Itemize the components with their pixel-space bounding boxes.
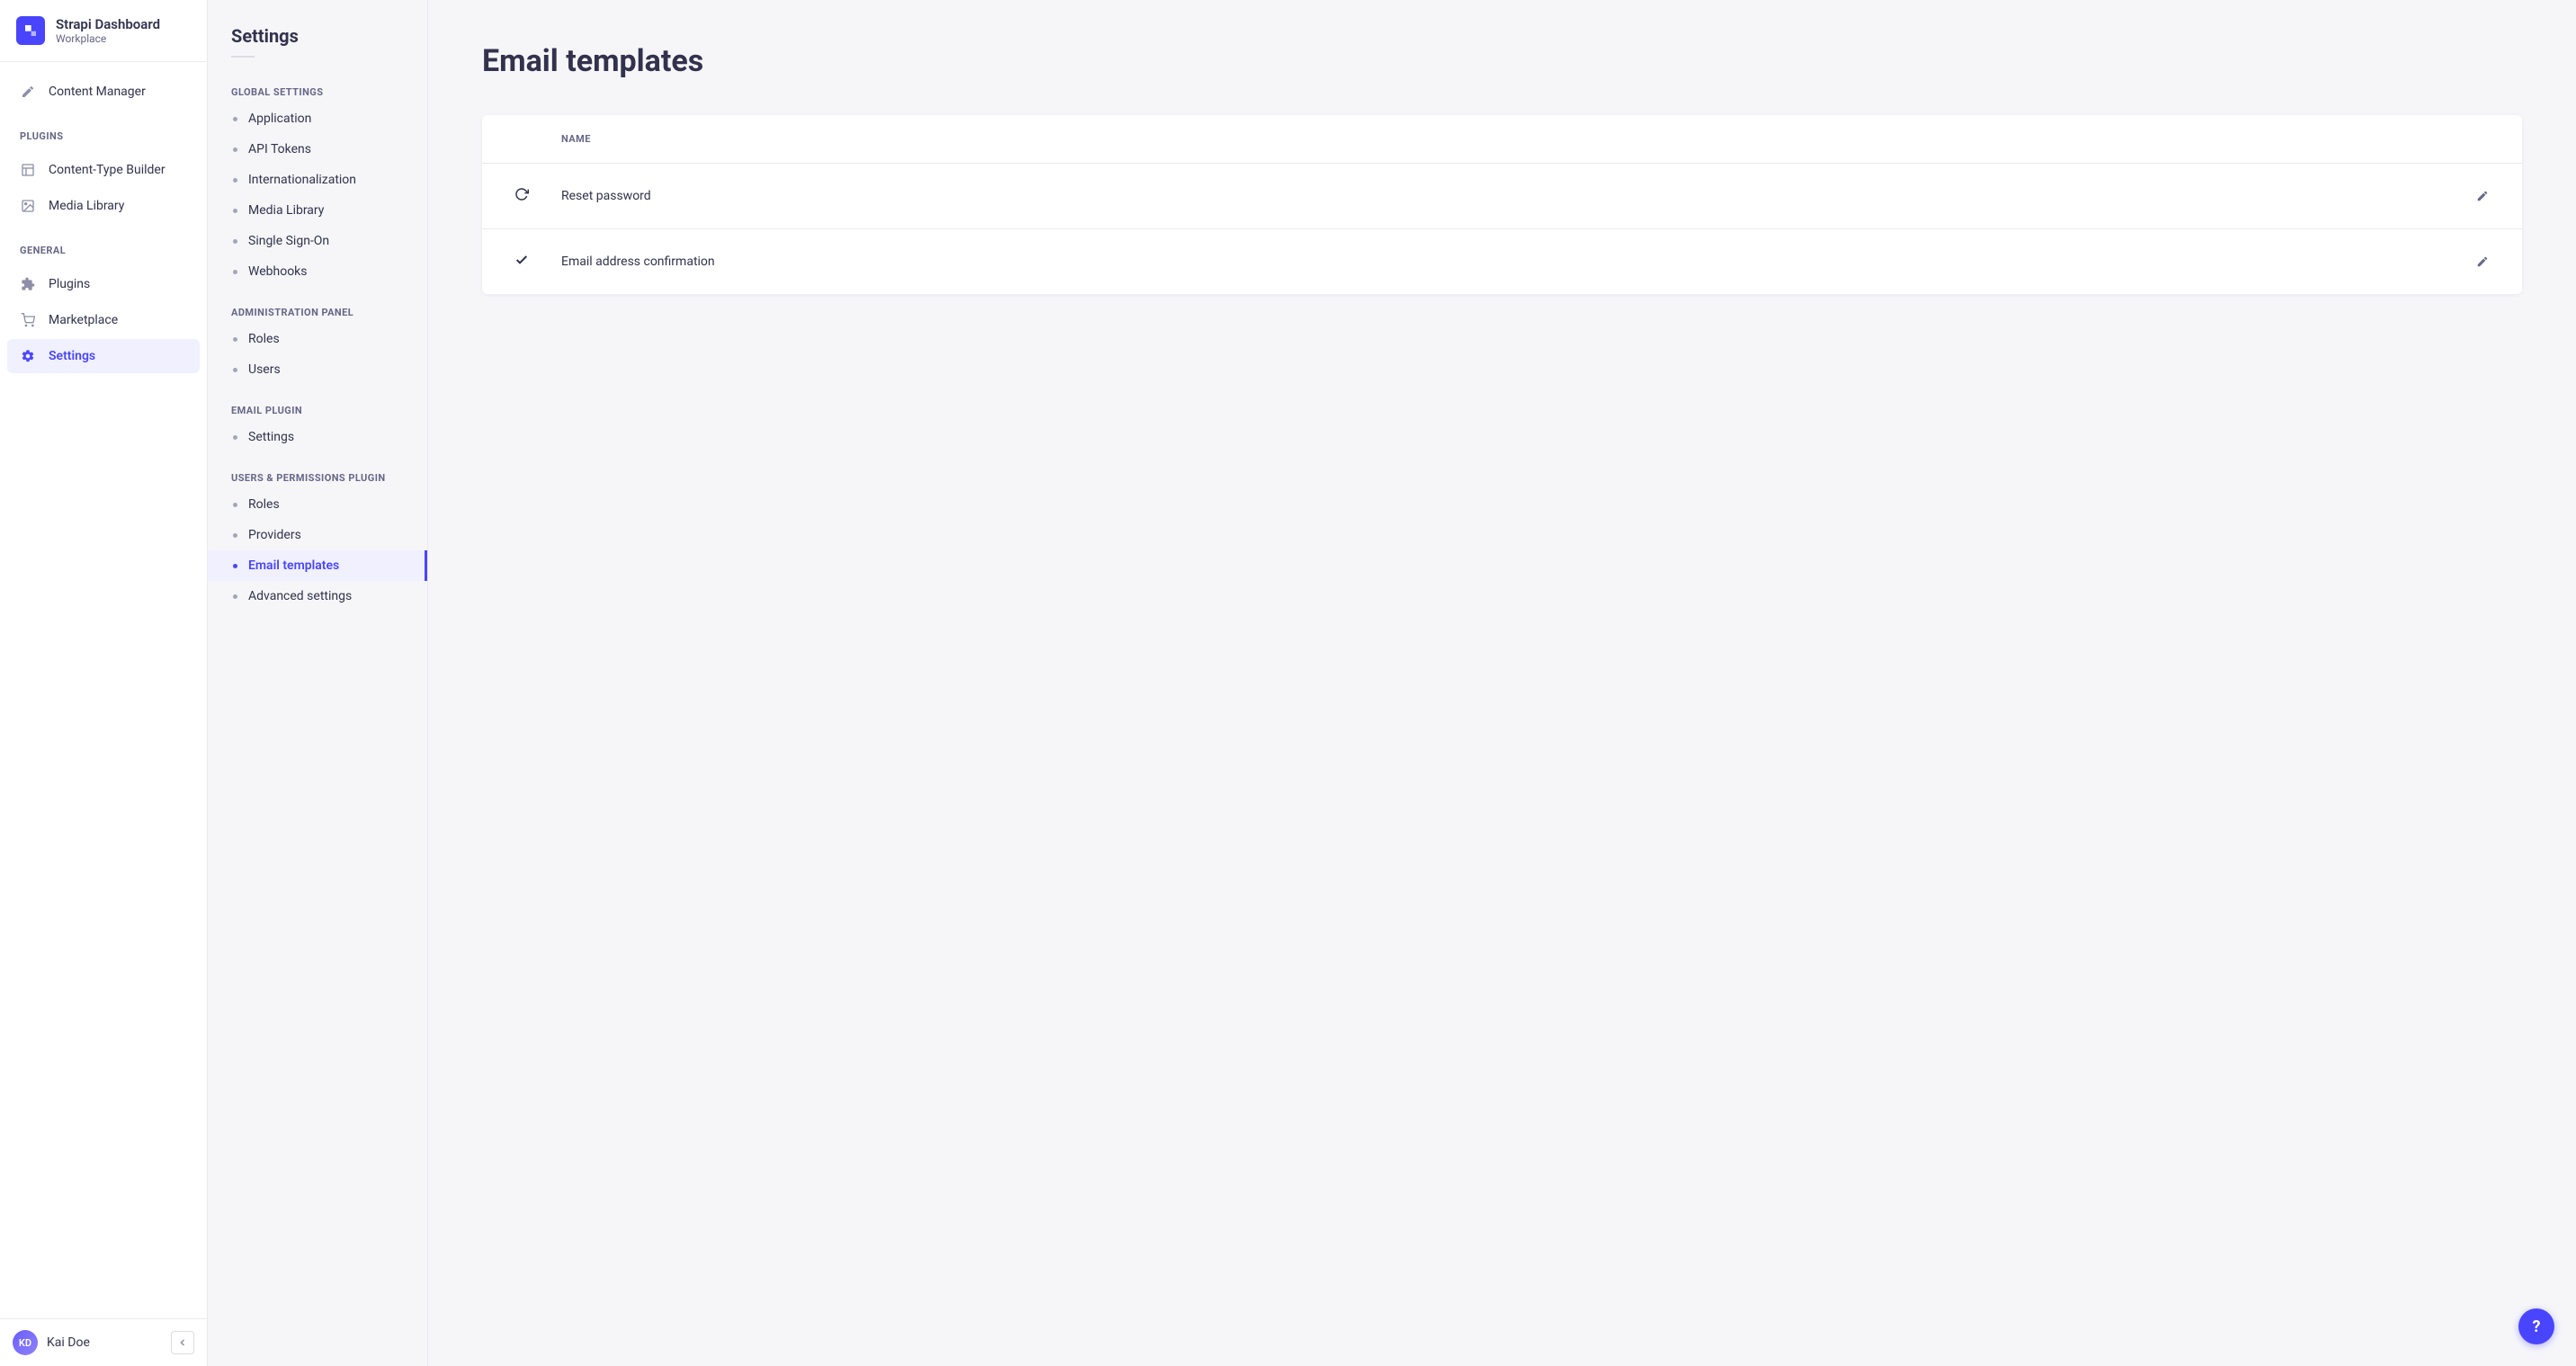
subnav-item-up-providers[interactable]: Providers	[208, 520, 427, 550]
image-icon	[20, 198, 36, 214]
subnav-item-label: Single Sign-On	[248, 234, 329, 248]
templates-table: NAME Reset password	[482, 115, 2522, 294]
nav-item-content-type-builder[interactable]: Content-Type Builder	[7, 153, 200, 187]
subnav-item-up-email-templates[interactable]: Email templates	[208, 550, 427, 581]
subnav-item-label: Users	[248, 362, 281, 377]
subnav-item-admin-roles[interactable]: Roles	[208, 324, 427, 354]
nav-item-settings[interactable]: Settings	[7, 339, 200, 373]
nav-section-label: PLUGINS	[7, 111, 200, 151]
subnav-item-up-advanced[interactable]: Advanced settings	[208, 581, 427, 612]
app-subtitle: Workplace	[56, 32, 160, 45]
subnav-item-label: Roles	[248, 497, 280, 512]
nav-item-marketplace[interactable]: Marketplace	[7, 303, 200, 337]
subnav-item-media-library[interactable]: Media Library	[208, 195, 427, 226]
templates-card: NAME Reset password	[482, 115, 2522, 294]
settings-subnav: Settings GLOBAL SETTINGS Application API…	[208, 0, 428, 1366]
pencil-icon	[2476, 190, 2489, 202]
nav-item-label: Content Manager	[49, 85, 146, 99]
subnav-item-label: API Tokens	[248, 142, 311, 156]
nav-item-label: Media Library	[49, 199, 124, 213]
subnav-item-label: Internationalization	[248, 173, 356, 187]
subnav-item-label: Providers	[248, 528, 301, 542]
primary-nav: Strapi Dashboard Workplace Content Manag…	[0, 0, 208, 1366]
subnav-section-label: GLOBAL SETTINGS	[208, 67, 427, 103]
user-name: Kai Doe	[47, 1335, 162, 1350]
subnav-item-application[interactable]: Application	[208, 103, 427, 134]
subnav-section-label: EMAIL PLUGIN	[208, 385, 427, 422]
table-header-action	[2464, 115, 2522, 164]
layout-icon	[20, 162, 36, 178]
gear-icon	[20, 348, 36, 364]
app-title: Strapi Dashboard	[56, 16, 160, 32]
question-icon: ?	[2533, 1317, 2541, 1336]
nav-item-plugins[interactable]: Plugins	[7, 267, 200, 301]
subnav-item-single-sign-on[interactable]: Single Sign-On	[208, 226, 427, 256]
subnav-title: Settings	[208, 22, 427, 56]
nav-item-label: Plugins	[49, 277, 90, 291]
subnav-item-label: Media Library	[248, 203, 324, 218]
nav-header: Strapi Dashboard Workplace	[0, 0, 207, 62]
avatar[interactable]: KD	[13, 1330, 38, 1355]
collapse-nav-button[interactable]	[171, 1331, 194, 1354]
nav-item-label: Content-Type Builder	[49, 163, 165, 177]
table-row[interactable]: Email address confirmation	[482, 229, 2522, 295]
app-logo	[16, 16, 45, 45]
chevron-left-icon	[177, 1337, 188, 1348]
nav-item-media-library[interactable]: Media Library	[7, 189, 200, 223]
edit-button[interactable]	[2470, 249, 2495, 274]
refresh-icon	[514, 187, 529, 201]
edit-button[interactable]	[2470, 183, 2495, 209]
subnav-item-up-roles[interactable]: Roles	[208, 489, 427, 520]
subnav-item-label: Email templates	[248, 558, 339, 573]
page-title: Email templates	[482, 43, 2522, 79]
table-header-icon	[482, 115, 540, 164]
table-header-name: NAME	[540, 115, 2464, 164]
nav-footer: KD Kai Doe	[0, 1318, 207, 1366]
nav-item-label: Settings	[49, 349, 95, 363]
main-content: Email templates NAME	[428, 0, 2576, 1366]
table-cell-name: Email address confirmation	[540, 229, 2464, 295]
subnav-section-label: USERS & PERMISSIONS PLUGIN	[208, 452, 427, 489]
subnav-item-label: Advanced settings	[248, 589, 352, 603]
subnav-item-label: Webhooks	[248, 264, 308, 279]
subnav-item-webhooks[interactable]: Webhooks	[208, 256, 427, 287]
subnav-item-label: Settings	[248, 430, 294, 444]
nav-item-content-manager[interactable]: Content Manager	[7, 75, 200, 109]
pencil-square-icon	[20, 84, 36, 100]
subnav-item-email-settings[interactable]: Settings	[208, 422, 427, 452]
subnav-item-label: Application	[248, 112, 311, 126]
cart-icon	[20, 312, 36, 328]
subnav-item-internationalization[interactable]: Internationalization	[208, 165, 427, 195]
subnav-section-label: ADMINISTRATION PANEL	[208, 287, 427, 324]
table-cell-name: Reset password	[540, 164, 2464, 229]
puzzle-icon	[20, 276, 36, 292]
nav-item-label: Marketplace	[49, 313, 118, 327]
subnav-item-admin-users[interactable]: Users	[208, 354, 427, 385]
subnav-divider	[231, 56, 255, 58]
table-row[interactable]: Reset password	[482, 164, 2522, 229]
check-icon	[514, 253, 529, 267]
subnav-item-label: Roles	[248, 332, 280, 346]
pencil-icon	[2476, 255, 2489, 268]
nav-section-label: GENERAL	[7, 225, 200, 265]
help-button[interactable]: ?	[2518, 1308, 2554, 1344]
subnav-item-api-tokens[interactable]: API Tokens	[208, 134, 427, 165]
